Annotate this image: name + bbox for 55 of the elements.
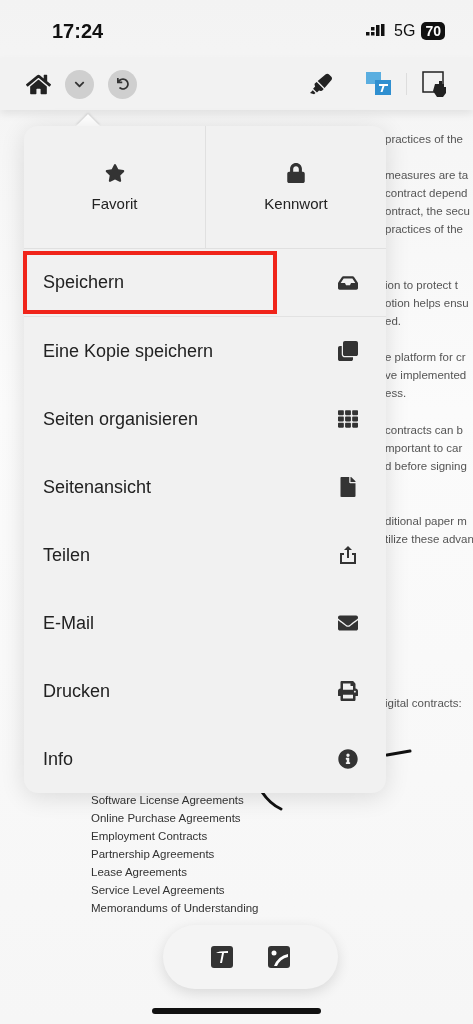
document-text: e platform for cr (385, 350, 467, 365)
menu-item[interactable]: Eine Kopie speichern (24, 317, 386, 385)
lock-icon (286, 162, 306, 183)
grid-icon (338, 409, 358, 429)
document-text: practices of the (385, 222, 464, 237)
info-icon (338, 749, 358, 769)
document-list-item: Employment Contracts (91, 829, 208, 844)
status-time: 17:24 (52, 19, 104, 43)
ink-stroke (260, 790, 284, 812)
star-icon (104, 162, 125, 183)
document-list-item: Software License Agreements (91, 793, 244, 808)
document-list-item: Lease Agreements (91, 865, 187, 880)
document-text: mportant to car (385, 441, 464, 456)
menu-tile[interactable]: Favorit (24, 126, 205, 248)
undo-icon (116, 78, 129, 90)
document-text: d before signing (385, 459, 468, 474)
network-label: 5G (394, 22, 416, 40)
document-text: contract depend (385, 186, 469, 201)
document-text: tilize these advan (385, 532, 473, 547)
document-text: ess. (385, 386, 408, 401)
ink-stroke (386, 748, 412, 758)
undo-button[interactable] (108, 69, 137, 99)
document-list-item: Online Purchase Agreements (91, 811, 241, 826)
document-text: ditional paper m (385, 514, 468, 529)
menu-item[interactable]: Teilen (24, 521, 386, 589)
text-tool-icon[interactable] (210, 946, 233, 968)
document-list-item: Service Level Agreements (91, 883, 225, 898)
document-text: ed. (385, 314, 402, 329)
document-text: otion helps ensu (385, 296, 470, 311)
copy-icon (338, 341, 358, 361)
document-text: contracts can b (385, 423, 464, 438)
dropdown-button[interactable] (65, 69, 94, 99)
battery-level: 70 (421, 22, 445, 40)
image-tool-icon[interactable] (268, 946, 291, 968)
printer-icon (338, 681, 358, 701)
document-text: ve implemented (385, 368, 468, 383)
document-text: ion to protect t (385, 278, 459, 293)
document-list-item: Partnership Agreements (91, 847, 215, 862)
menu-item[interactable]: Info (24, 725, 386, 793)
highlighter-icon[interactable] (310, 73, 332, 95)
select-area-icon[interactable] (421, 70, 449, 98)
menu-item[interactable]: Drucken (24, 657, 386, 725)
share-icon (338, 545, 358, 565)
menu-item[interactable]: Seitenansicht (24, 453, 386, 521)
menu-item[interactable]: Seiten organisieren (24, 385, 386, 453)
document-text: measures are ta (385, 168, 470, 183)
document-text: ontract, the secu (385, 204, 472, 219)
menu-tile[interactable]: Kennwort (205, 126, 386, 248)
document-list-item: Memorandums of Understanding (91, 901, 259, 916)
menu-item[interactable]: E-Mail (24, 589, 386, 657)
document-icon (338, 477, 358, 497)
mail-icon (338, 613, 358, 633)
document-text: igital contracts: (385, 696, 463, 711)
document-text: practices of the (385, 132, 464, 147)
image-text-icon[interactable] (366, 72, 392, 96)
